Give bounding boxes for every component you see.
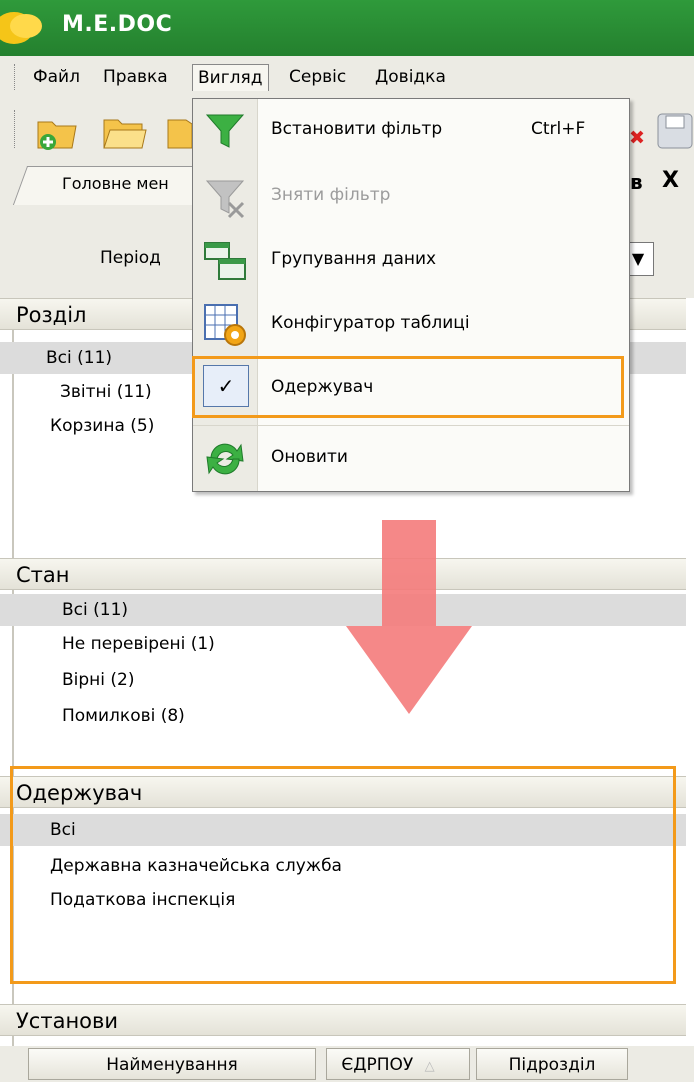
delete-icon[interactable] [630, 108, 644, 152]
menu-file[interactable]: Файл [28, 64, 85, 90]
recipient-section-highlight [10, 766, 676, 984]
list-item-stan-unchecked[interactable]: Не перевірені (1) [0, 628, 686, 660]
menu-item-table-configurator[interactable]: Конфігуратор таблиці [193, 293, 629, 357]
institutions-columns: Найменування ЄДРПОУ △ Підрозділ [0, 1046, 694, 1082]
column-edrpou[interactable]: ЄДРПОУ △ [326, 1048, 470, 1080]
column-name[interactable]: Найменування [28, 1048, 316, 1080]
funnel-icon [205, 114, 245, 148]
menu-help[interactable]: Довідка [370, 64, 451, 90]
sort-ascending-icon: △ [424, 1059, 435, 1074]
menu-edit[interactable]: Правка [98, 64, 173, 90]
open-folder-icon[interactable] [100, 108, 148, 152]
section-header-stan[interactable]: Стан [0, 558, 686, 590]
remove-filter-icon [205, 180, 245, 219]
close-tab-icon[interactable]: X [662, 168, 679, 193]
menu-item-refresh[interactable]: Оновити [193, 427, 629, 491]
menu-service[interactable]: Сервіс [284, 64, 351, 90]
refresh-icon [206, 443, 244, 475]
menu-item-refresh-label: Оновити [271, 447, 348, 467]
table-config-icon [204, 304, 246, 346]
menu-item-remove-filter-label: Зняти фільтр [271, 185, 391, 205]
down-arrow-icon [346, 520, 472, 714]
column-subdivision[interactable]: Підрозділ [476, 1048, 628, 1080]
title-bar: M.E.DOC [0, 0, 694, 56]
new-document-icon[interactable] [34, 108, 82, 152]
list-item-stan-errors[interactable]: Помилкові (8) [0, 700, 686, 732]
period-label: Період [100, 248, 161, 268]
tab-main-label[interactable]: Головне мен [62, 174, 169, 193]
folder-icon[interactable] [166, 108, 192, 152]
app-title: M.E.DOC [62, 12, 173, 37]
menu-item-set-filter-label: Встановити фільтр [271, 119, 443, 139]
list-item-stan-valid[interactable]: Вірні (2) [0, 664, 686, 696]
recipient-menu-highlight [192, 356, 624, 418]
menu-separator [193, 425, 629, 426]
column-edrpou-label: ЄДРПОУ [341, 1055, 414, 1075]
app-logo-icon [0, 12, 42, 44]
list-item-stan-all[interactable]: Всі (11) [0, 594, 686, 626]
toolbar-grip [14, 110, 18, 148]
view-menu-dropdown: Встановити фільтр Ctrl+F Зняти фільтр Гр… [192, 98, 630, 492]
menubar-grip [14, 64, 18, 90]
section-header-ustanovy[interactable]: Установи [0, 1004, 686, 1036]
menu-item-group-data[interactable]: Групування даних [193, 229, 629, 293]
menu-item-set-filter-shortcut: Ctrl+F [531, 119, 586, 139]
menu-item-remove-filter: Зняти фільтр [193, 165, 629, 229]
menu-bar: Файл Правка Вигляд Сервіс Довідка [0, 56, 694, 99]
menu-item-table-configurator-label: Конфігуратор таблиці [271, 313, 470, 333]
tab-right-fragment: в [630, 170, 643, 194]
menu-item-set-filter[interactable]: Встановити фільтр Ctrl+F [193, 99, 629, 163]
group-data-icon [204, 242, 246, 280]
menu-view[interactable]: Вигляд [192, 64, 269, 91]
menu-item-group-data-label: Групування даних [271, 249, 437, 269]
save-icon[interactable] [654, 108, 694, 152]
